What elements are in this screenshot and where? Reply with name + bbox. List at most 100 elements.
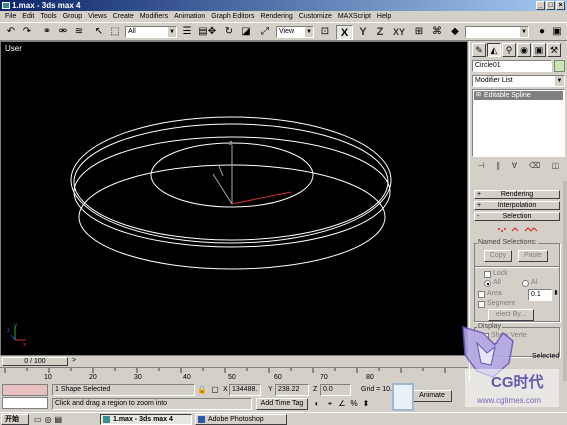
alike-radio[interactable] — [522, 280, 529, 287]
menu-file[interactable]: File — [2, 11, 19, 22]
align-icon[interactable]: ◆ — [448, 25, 462, 39]
material-editor-icon[interactable]: ● — [535, 25, 549, 39]
redo-icon[interactable]: ↷ — [20, 25, 34, 39]
axis-xy-button[interactable]: XY — [390, 25, 408, 40]
all-radio[interactable] — [484, 280, 491, 287]
absolute-mode-icon[interactable]: ▢ — [210, 385, 220, 395]
percent-snap-icon[interactable]: % — [349, 399, 359, 409]
paste-button[interactable]: Paste — [518, 250, 548, 262]
z-coordinate-field[interactable]: 0.0 — [320, 384, 351, 396]
maxscript-input-mini[interactable] — [2, 397, 48, 409]
angle-snap-icon[interactable]: ∠ — [337, 399, 347, 409]
menu-modifiers[interactable]: Modifiers — [137, 11, 171, 22]
scale-icon[interactable]: ◪ — [239, 25, 253, 39]
segment-end-checkbox[interactable] — [478, 301, 485, 308]
menu-graph-editors[interactable]: Graph Editors — [208, 11, 257, 22]
start-button[interactable]: 开始 — [1, 414, 29, 425]
degradation-override-icon[interactable]: ◐ — [312, 399, 322, 409]
create-tab-icon[interactable]: ✎ — [472, 43, 486, 57]
configure-sets-icon[interactable]: ◫ — [552, 161, 560, 175]
make-unique-icon[interactable]: ∀ — [512, 161, 517, 175]
rollout-selection[interactable]: - Selection — [474, 212, 560, 221]
remove-modifier-icon[interactable]: ⌫ — [529, 161, 540, 175]
viewport-user[interactable]: User z z y x — [0, 41, 468, 356]
select-by-name-icon[interactable]: ☰ — [180, 25, 194, 39]
reference-coord-dropdown[interactable]: View ▼ — [276, 26, 314, 38]
expand-plus-icon[interactable]: ⊞ — [476, 91, 481, 100]
copy-button[interactable]: Copy — [484, 250, 512, 262]
taskbar-photoshop[interactable]: Adobe Photoshop — [195, 414, 287, 425]
menu-customize[interactable]: Customize — [296, 11, 335, 22]
time-slider-bar[interactable]: 0 / 100 > — [0, 356, 468, 367]
pin-stack-icon[interactable]: ⊣ — [478, 161, 485, 175]
spinner-snap-icon[interactable]: ⬍ — [361, 399, 371, 409]
undo-icon[interactable]: ↶ — [4, 25, 18, 39]
bind-space-warp-icon[interactable]: ≋ — [72, 25, 86, 39]
area-spinner-icon[interactable]: ⬍ — [553, 288, 559, 300]
rollout-interpolation[interactable]: + Interpolation — [474, 201, 560, 210]
object-color-swatch[interactable] — [554, 60, 565, 72]
minimize-button[interactable]: _ — [536, 1, 545, 10]
motion-tab-icon[interactable]: ◉ — [517, 43, 531, 57]
browser-icon[interactable]: ◎ — [45, 415, 52, 424]
mirror-tool-icon[interactable]: ⌘ — [430, 25, 444, 39]
spline-level-icon[interactable] — [524, 227, 538, 232]
desktop-icon[interactable]: ▭ — [34, 415, 42, 424]
menu-edit[interactable]: Edit — [19, 11, 37, 22]
area-value-field[interactable]: 0.1 — [528, 289, 552, 301]
modifier-stack[interactable]: ⊞ Editable Spline — [472, 89, 565, 157]
menu-tools[interactable]: Tools — [37, 11, 59, 22]
hierarchy-tab-icon[interactable]: ⚲ — [502, 43, 516, 57]
axis-y-button[interactable]: Y — [356, 25, 370, 40]
axis-z-button[interactable]: Z — [373, 25, 387, 40]
close-button[interactable]: × — [556, 1, 565, 10]
display-tab-icon[interactable]: ▣ — [532, 43, 546, 57]
menu-help[interactable]: Help — [374, 11, 394, 22]
x-coordinate-field[interactable]: 134488. — [229, 384, 261, 396]
vertex-level-icon[interactable] — [498, 228, 506, 232]
move-icon[interactable]: ✥ — [205, 25, 219, 39]
menu-animation[interactable]: Animation — [171, 11, 208, 22]
modify-tab-icon[interactable]: ◭ — [487, 43, 501, 57]
menu-rendering[interactable]: Rendering — [257, 11, 295, 22]
maxscript-listener-mini[interactable] — [2, 384, 48, 396]
utilities-tab-icon[interactable]: ⚒ — [547, 43, 561, 57]
stack-item-editable-spline[interactable]: ⊞ Editable Spline — [474, 91, 563, 100]
unlink-icon[interactable]: ⚮ — [56, 25, 70, 39]
show-end-result-icon[interactable]: ∥ — [496, 161, 500, 175]
animate-button[interactable]: Animate — [412, 390, 452, 402]
menu-group[interactable]: Group — [60, 11, 85, 22]
snap-toggle-icon[interactable]: ⌖ — [325, 399, 335, 409]
select-by-button[interactable]: elect By... — [488, 309, 534, 321]
y-coordinate-field[interactable]: 238.22 — [275, 384, 309, 396]
menu-views[interactable]: Views — [85, 11, 110, 22]
transform-gizmo[interactable]: z — [212, 140, 292, 205]
named-selection-dropdown[interactable]: ▼ — [465, 26, 529, 38]
taskbar-3dsmax[interactable]: 1.max - 3ds max 4 — [100, 414, 192, 425]
add-time-tag-button[interactable]: Add Time Tag — [256, 398, 308, 410]
maximize-button[interactable]: □ — [546, 1, 555, 10]
mirror-icon[interactable]: ⤢ — [258, 25, 272, 39]
lock-selection-icon[interactable]: 🔒 — [197, 385, 207, 395]
menu-create[interactable]: Create — [110, 11, 137, 22]
axis-x-button[interactable]: X — [336, 25, 353, 40]
pivot-center-icon[interactable]: ⊡ — [318, 25, 332, 39]
lock-handles-checkbox[interactable] — [484, 271, 491, 278]
render-scene-icon[interactable]: ▣ — [550, 25, 564, 39]
rollout-rendering[interactable]: + Rendering — [474, 190, 560, 199]
segment-level-icon[interactable] — [511, 227, 519, 232]
time-slider[interactable]: 0 / 100 — [2, 357, 68, 366]
modifier-list-dropdown[interactable]: Modifier List ▼ — [472, 75, 565, 87]
rotate-icon[interactable]: ↻ — [222, 25, 236, 39]
select-object-icon[interactable]: ↖ — [92, 25, 106, 39]
chevron-right-icon[interactable]: > — [72, 357, 76, 364]
track-bar[interactable]: 10 20 30 40 50 60 70 80 — [0, 367, 468, 382]
array-icon[interactable]: ⊞ — [412, 25, 426, 39]
menu-maxscript[interactable]: MAXScript — [335, 11, 374, 22]
sub-object-level-icons[interactable] — [496, 225, 540, 235]
selection-filter-dropdown[interactable]: All ▼ — [125, 26, 177, 38]
region-select-icon[interactable]: ⬚ — [108, 25, 122, 39]
explorer-icon[interactable]: ▤ — [55, 415, 63, 424]
object-name-field[interactable]: Circle01 — [472, 60, 552, 72]
area-selection-checkbox[interactable] — [478, 291, 485, 298]
